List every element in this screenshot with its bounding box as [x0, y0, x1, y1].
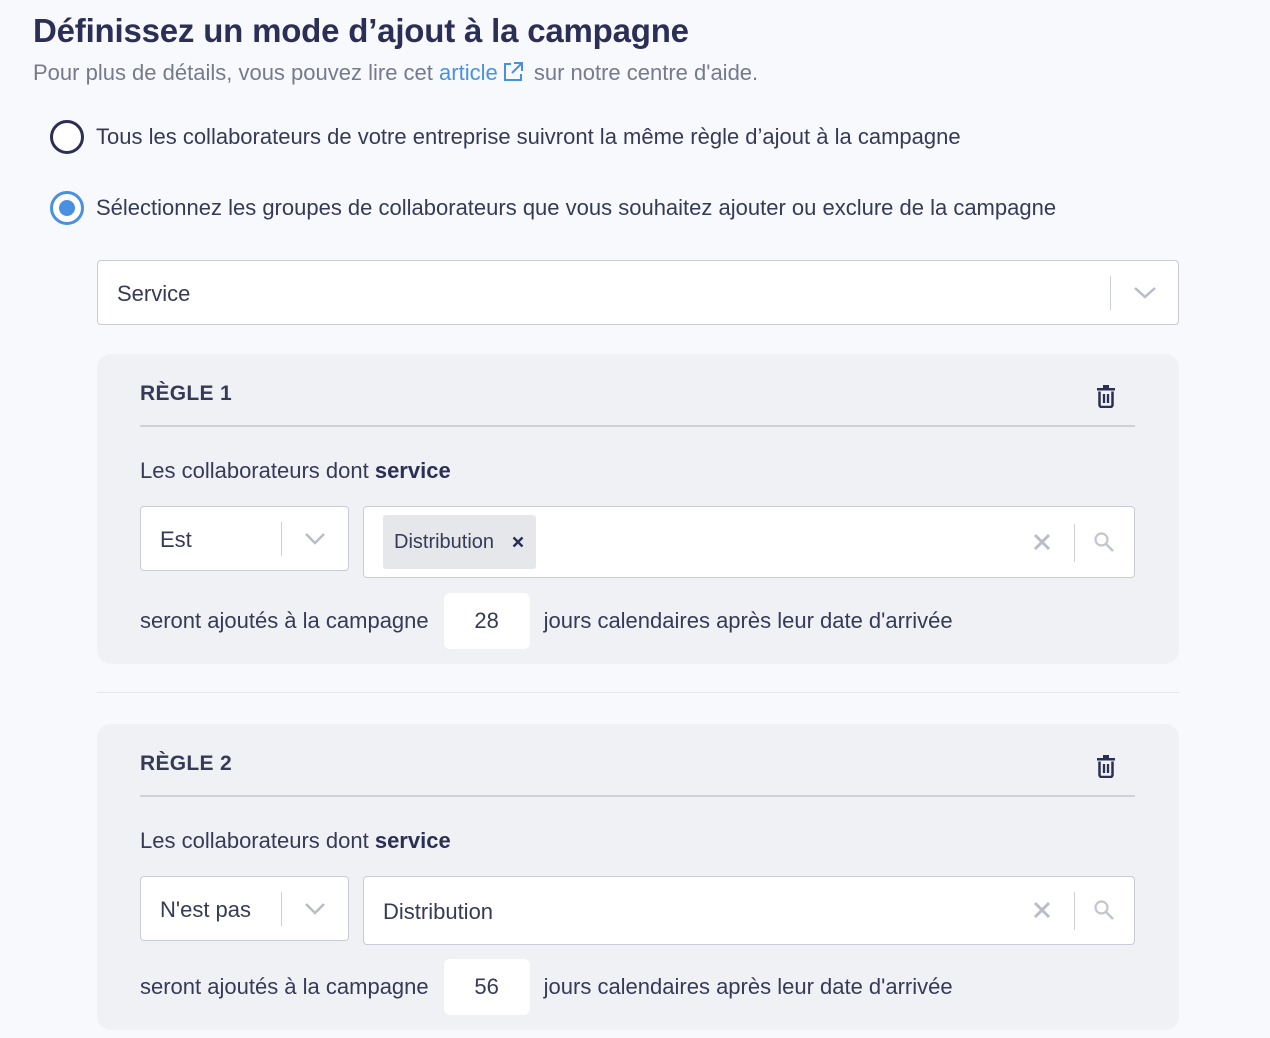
subtitle-text-before: Pour plus de détails, vous pouvez lire c… [33, 60, 433, 85]
days-suffix: jours calendaires après leur date d'arri… [543, 974, 953, 999]
rule-title: RÈGLE 2 [140, 752, 232, 775]
operator-select[interactable]: Est [140, 506, 349, 571]
option-select-groups[interactable]: Sélectionnez les groupes de collaborateu… [50, 191, 1056, 225]
group-select[interactable]: Service [97, 260, 1179, 325]
days-suffix: jours calendaires après leur date d'arri… [543, 608, 953, 633]
values-input[interactable]: Distribution [363, 876, 1135, 945]
days-input[interactable]: 28 [443, 593, 530, 649]
clear-icon[interactable] [1033, 533, 1051, 556]
days-prefix: seront ajoutés à la campagne [140, 974, 429, 999]
trash-icon[interactable] [1095, 754, 1117, 783]
chevron-down-icon[interactable] [303, 531, 327, 552]
search-icon[interactable] [1093, 531, 1115, 558]
input-separator [1074, 524, 1075, 562]
days-line: seront ajoutés à la campagne 28 jours ca… [140, 593, 953, 649]
select-separator [281, 892, 282, 926]
radio-same-rule[interactable] [50, 120, 84, 154]
campaign-mode-page: Définissez un mode d’ajout à la campagne… [0, 0, 1270, 1038]
values-input-text: Distribution [383, 899, 494, 924]
page-subtitle: Pour plus de détails, vous pouvez lire c… [33, 60, 758, 89]
chevron-down-icon[interactable] [303, 901, 327, 922]
days-input[interactable]: 56 [443, 959, 530, 1015]
rule-card-2: RÈGLE 2 Les collaborateurs dont service … [97, 724, 1179, 1030]
external-link-icon[interactable] [502, 61, 524, 89]
option-same-rule[interactable]: Tous les collaborateurs de votre entrepr… [50, 120, 961, 154]
chevron-down-icon[interactable] [1132, 285, 1158, 306]
search-icon[interactable] [1093, 899, 1115, 926]
values-input[interactable]: Distribution [363, 506, 1135, 578]
days-line: seront ajoutés à la campagne 56 jours ca… [140, 959, 953, 1015]
chip-remove-icon[interactable] [512, 531, 524, 554]
condition-prefix: Les collaborateurs dont [140, 828, 369, 853]
input-separator [1074, 892, 1075, 930]
value-chip-label: Distribution [394, 530, 495, 553]
rule-condition: Les collaborateurs dont service [140, 828, 451, 854]
clear-icon[interactable] [1033, 901, 1051, 924]
radio-select-groups[interactable] [50, 191, 84, 225]
condition-prefix: Les collaborateurs dont [140, 458, 369, 483]
operator-select[interactable]: N'est pas [140, 876, 349, 941]
days-prefix: seront ajoutés à la campagne [140, 608, 429, 633]
rule-divider [140, 425, 1135, 427]
rules-separator [97, 692, 1179, 693]
rule-divider [140, 795, 1135, 797]
operator-value: Est [160, 527, 192, 552]
value-chip: Distribution [383, 515, 537, 569]
condition-field: service [374, 458, 451, 483]
option-select-groups-label: Sélectionnez les groupes de collaborateu… [96, 195, 1057, 220]
rule-title: RÈGLE 1 [140, 382, 232, 405]
select-separator [1110, 276, 1111, 310]
subtitle-text-after: sur notre centre d'aide. [533, 60, 759, 85]
rule-card-1: RÈGLE 1 Les collaborateurs dont service … [97, 354, 1179, 664]
select-separator [281, 522, 282, 556]
group-select-value: Service [117, 281, 191, 306]
condition-field: service [374, 828, 451, 853]
rule-condition: Les collaborateurs dont service [140, 458, 451, 484]
page-title: Définissez un mode d’ajout à la campagne [33, 12, 689, 49]
option-same-rule-label: Tous les collaborateurs de votre entrepr… [96, 124, 961, 149]
operator-value: N'est pas [160, 897, 252, 922]
article-link[interactable]: article [439, 60, 498, 85]
trash-icon[interactable] [1095, 384, 1117, 413]
